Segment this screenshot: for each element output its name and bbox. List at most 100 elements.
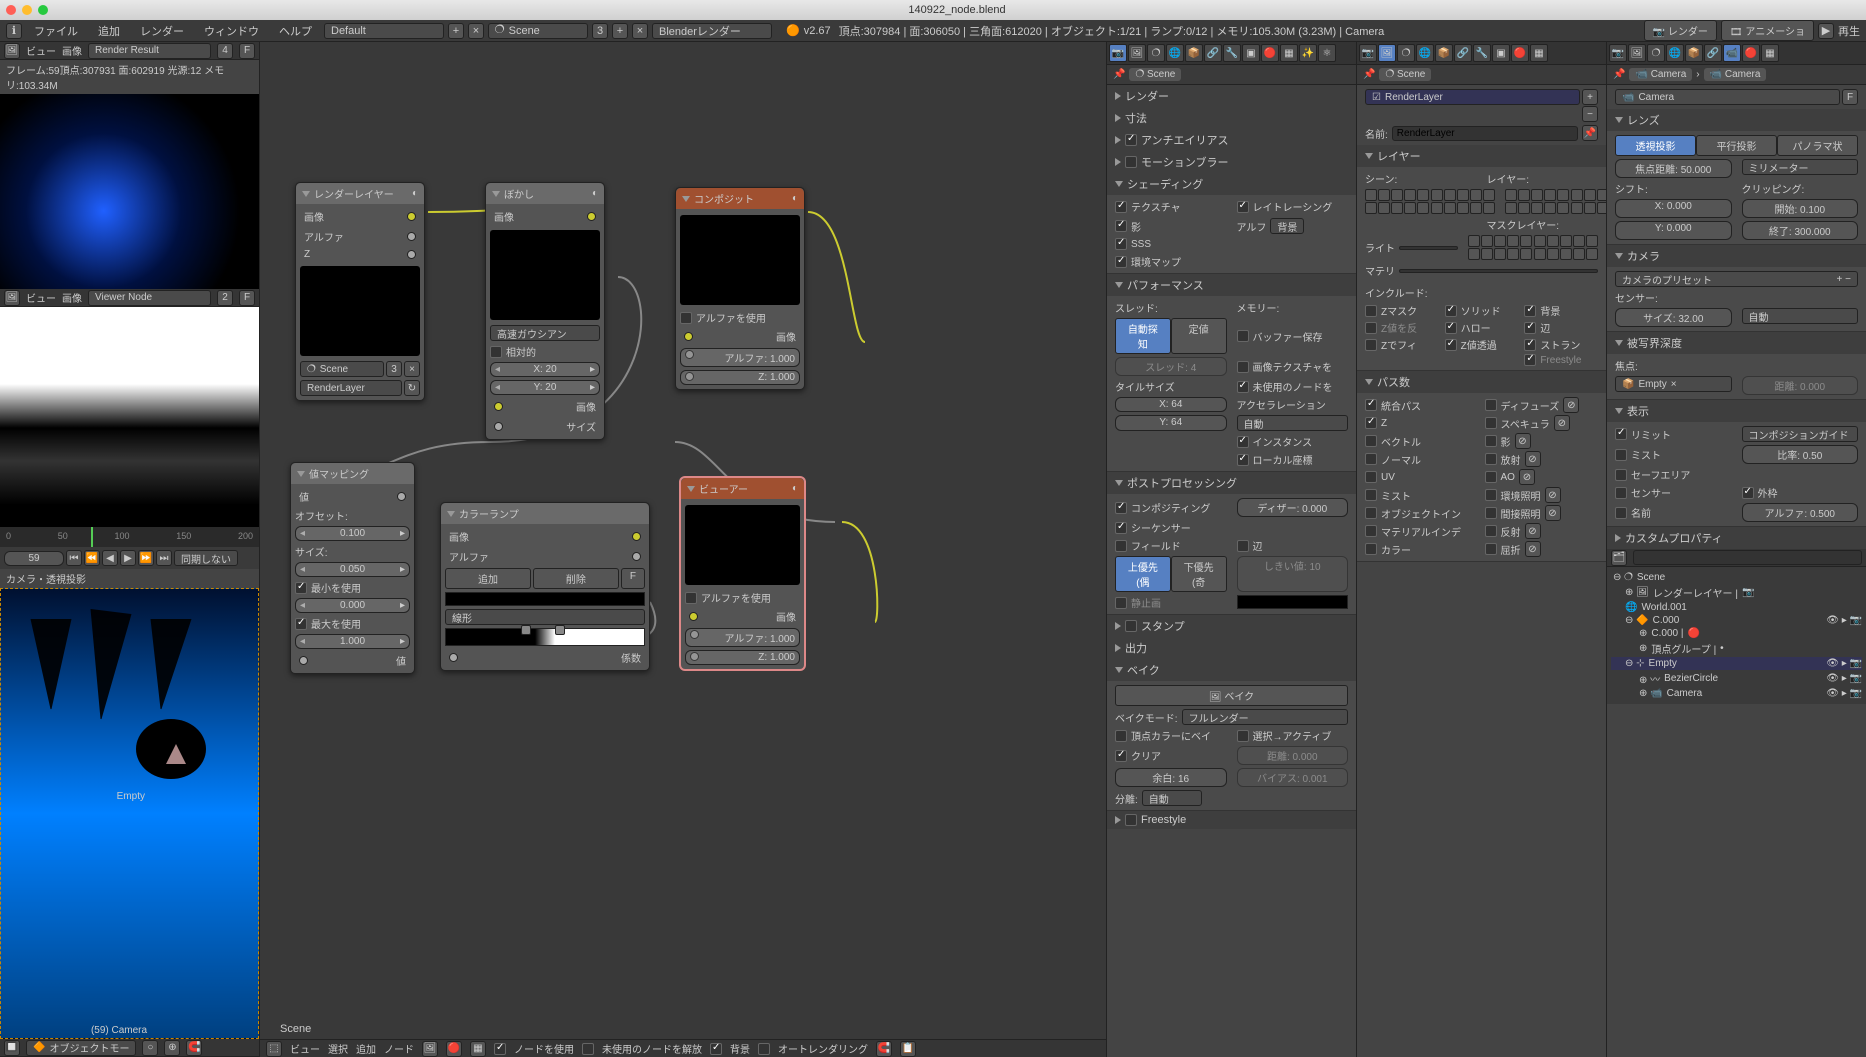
preset-dropdown[interactable]: カメラのプリセット+ −: [1615, 271, 1858, 287]
scene-del-icon[interactable]: ×: [632, 23, 648, 39]
tab-render-icon[interactable]: 📷: [1609, 44, 1627, 62]
menu-select[interactable]: 選択: [328, 1041, 348, 1056]
tab-render-icon[interactable]: 📷: [1359, 44, 1377, 62]
tab-world-icon[interactable]: 🌐: [1666, 44, 1684, 62]
texture-icon[interactable]: ▦: [470, 1041, 486, 1057]
menu-render[interactable]: レンダー: [132, 21, 192, 41]
tab-particles-icon[interactable]: ✨: [1299, 44, 1317, 62]
chk-name[interactable]: [1615, 507, 1627, 519]
panel-output[interactable]: 出力: [1107, 637, 1356, 659]
viewer-select[interactable]: Viewer Node: [88, 290, 211, 306]
chk-diffuse[interactable]: [1485, 399, 1497, 411]
scene-dropdown[interactable]: 🔿 Scene: [488, 23, 588, 39]
chk-matidx[interactable]: [1365, 525, 1377, 537]
size-field[interactable]: ◂0.050▸: [295, 562, 410, 577]
editor-type-icon[interactable]: ℹ: [6, 23, 22, 39]
chk-spec[interactable]: [1485, 417, 1497, 429]
chk-clear[interactable]: [1115, 750, 1127, 762]
bc-camera-data[interactable]: 📹 Camera: [1704, 68, 1767, 81]
threshold-field[interactable]: しきい値: 10: [1237, 556, 1349, 592]
lower-first-button[interactable]: 下優先(奇: [1171, 556, 1227, 592]
image-select[interactable]: Render Result: [88, 43, 211, 59]
mode-dropdown[interactable]: 🔶 オブジェクトモー: [26, 1040, 136, 1056]
node-editor[interactable]: レンダーレイヤー◐ 画像 アルファ Z 🔿 Scene 3 × RenderLa…: [260, 42, 1106, 1057]
chk-strand[interactable]: [1524, 339, 1536, 351]
chk-sequencer[interactable]: [1115, 522, 1127, 534]
alpha-field[interactable]: アルファ: 1.000: [685, 628, 800, 647]
chk-fields[interactable]: [1115, 540, 1127, 552]
bias-field[interactable]: バイアス: 0.001: [1237, 768, 1349, 787]
thread-fixed-button[interactable]: 定値: [1171, 318, 1227, 354]
tab-layers-icon[interactable]: 🖼: [1378, 44, 1396, 62]
socket-size-in[interactable]: [494, 422, 503, 431]
play-reverse-icon[interactable]: ◀: [102, 550, 118, 566]
pano-button[interactable]: パノラマ状: [1777, 135, 1858, 156]
tab-layers-icon[interactable]: 🖼: [1628, 44, 1646, 62]
chk-freestyle[interactable]: [1524, 354, 1536, 366]
3d-viewport[interactable]: Empty (59) Camera: [0, 588, 259, 1039]
chk-shadow[interactable]: [1485, 435, 1497, 447]
usemin-checkbox[interactable]: [295, 582, 307, 594]
pin-icon[interactable]: F: [239, 290, 255, 306]
layer-name-input[interactable]: [1392, 126, 1578, 141]
collapse-icon[interactable]: [297, 471, 305, 477]
split-dropdown[interactable]: 自動: [1142, 790, 1202, 806]
snap-icon[interactable]: 🧲: [876, 1041, 892, 1057]
chk-indirect[interactable]: [1485, 507, 1497, 519]
sensor-size-field[interactable]: サイズ: 32.00: [1615, 308, 1732, 327]
tab-material-icon[interactable]: 🔴: [1261, 44, 1279, 62]
panel-aa[interactable]: アンチエイリアス: [1107, 129, 1356, 151]
socket-alpha-out[interactable]: [632, 552, 641, 561]
close-icon[interactable]: [6, 5, 16, 15]
socket-image-out[interactable]: [632, 532, 641, 541]
panel-bake[interactable]: ベイク: [1107, 659, 1356, 681]
chk-z[interactable]: [1365, 417, 1377, 429]
render-layer-grid[interactable]: [1505, 189, 1606, 214]
z-field[interactable]: Z: 1.000: [680, 370, 800, 385]
editor-type-icon[interactable]: ⬚: [266, 1041, 282, 1057]
shift-y-field[interactable]: Y: 0.000: [1615, 221, 1732, 240]
interp-dropdown[interactable]: 線形: [445, 609, 645, 625]
scene-add-icon[interactable]: +: [612, 23, 628, 39]
chk-shadow[interactable]: [1115, 220, 1127, 232]
outliner-renderlayers[interactable]: ⊕ 🖼 レンダーレイヤー | 📷: [1611, 584, 1862, 601]
usemax-checkbox[interactable]: [295, 618, 307, 630]
tab-texture-icon[interactable]: ▦: [1280, 44, 1298, 62]
outliner-c000-data[interactable]: ⊕ C.000 | 🔴: [1611, 627, 1862, 640]
menu-image[interactable]: 画像: [62, 43, 82, 58]
dof-distance-field[interactable]: 距離: 0.000: [1742, 376, 1859, 395]
pivot-icon[interactable]: ⊕: [164, 1040, 180, 1056]
tab-data-icon[interactable]: ▣: [1242, 44, 1260, 62]
chk-sel-active[interactable]: [1237, 730, 1249, 742]
tab-texture-icon[interactable]: ▦: [1761, 44, 1779, 62]
tab-scene-icon[interactable]: 🔿: [1147, 44, 1165, 62]
tab-constraints-icon[interactable]: 🔗: [1204, 44, 1222, 62]
tab-modifiers-icon[interactable]: 🔧: [1223, 44, 1241, 62]
socket-image-in[interactable]: [684, 332, 693, 341]
menu-image[interactable]: 画像: [62, 290, 82, 305]
socket-fac-in[interactable]: [449, 653, 458, 662]
socket-image-out[interactable]: [587, 212, 596, 221]
chk-compositing[interactable]: [1115, 502, 1127, 514]
panel-passes[interactable]: パス数: [1357, 371, 1606, 393]
tab-object-icon[interactable]: 📦: [1685, 44, 1703, 62]
layer-select[interactable]: RenderLayer: [300, 380, 402, 396]
autorender-checkbox[interactable]: [758, 1043, 770, 1055]
tree-type-icon[interactable]: 🖼: [422, 1041, 438, 1057]
add-layer-icon[interactable]: +: [1582, 89, 1598, 105]
panel-display[interactable]: 表示: [1607, 400, 1866, 422]
collapse-icon[interactable]: [447, 511, 455, 517]
frame-field[interactable]: 59: [4, 551, 64, 566]
tab-modifiers-icon[interactable]: 🔧: [1473, 44, 1491, 62]
scene-select[interactable]: 🔿 Scene: [300, 361, 384, 377]
bc-camera-obj[interactable]: 📹 Camera: [1629, 68, 1692, 81]
panel-custom[interactable]: カスタムプロパティ: [1607, 527, 1866, 549]
socket-z-out[interactable]: [407, 250, 416, 259]
shading-icon[interactable]: ○: [142, 1040, 158, 1056]
editor-type-icon[interactable]: 🖼: [4, 43, 20, 59]
viewer-node-image[interactable]: [0, 307, 259, 527]
chk-mist[interactable]: [1365, 489, 1377, 501]
tab-physics-icon[interactable]: ⚛: [1318, 44, 1336, 62]
chk-mist[interactable]: [1615, 449, 1627, 461]
camera-data-select[interactable]: 📹 Camera: [1615, 89, 1840, 105]
